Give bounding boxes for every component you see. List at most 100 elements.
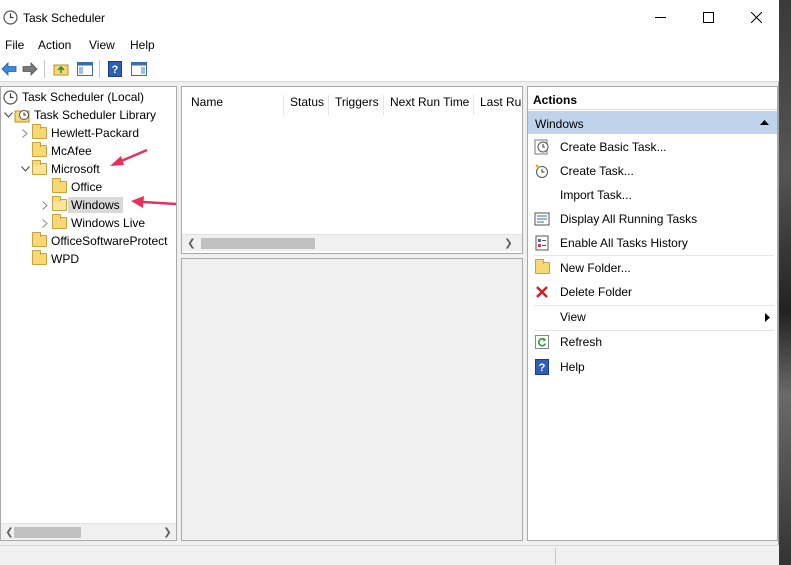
tree-label: McAfee: [51, 144, 92, 158]
scroll-left-icon[interactable]: ❮: [183, 235, 200, 252]
refresh-icon: [534, 334, 550, 350]
tree-label: Task Scheduler (Local): [22, 90, 145, 104]
action-label: Create Basic Task...: [560, 140, 667, 154]
menu-view[interactable]: View: [89, 38, 115, 52]
task-detail-pane: [181, 258, 523, 541]
tree-label: OfficeSoftwareProtect: [51, 234, 168, 248]
column-header-triggers[interactable]: Triggers: [329, 95, 384, 115]
tree-item-mcafee[interactable]: McAfee: [31, 142, 92, 160]
tree-item-wpd[interactable]: WPD: [31, 250, 79, 268]
show-hide-tree-button[interactable]: [76, 60, 94, 78]
action-import-task[interactable]: Import Task...: [528, 183, 777, 207]
tree-label: Hewlett-Packard: [51, 126, 140, 140]
action-label: Enable All Tasks History: [560, 236, 688, 250]
column-header-name[interactable]: Name: [185, 95, 284, 115]
action-create-basic-task[interactable]: Create Basic Task...: [528, 135, 777, 159]
history-icon: [534, 235, 550, 251]
task-scheduler-window: Task Scheduler File Action View Help ? T…: [0, 0, 779, 565]
tree-label: Microsoft: [51, 162, 100, 176]
create-basic-task-icon: [534, 139, 550, 155]
action-refresh[interactable]: Refresh: [528, 330, 777, 354]
actions-section-windows[interactable]: Windows: [528, 111, 777, 134]
menu-bar: File Action View Help: [0, 34, 779, 56]
maximize-icon: [702, 11, 714, 23]
column-header-status[interactable]: Status: [284, 95, 329, 115]
tree-item-root[interactable]: Task Scheduler (Local): [2, 88, 144, 106]
collapsed-chevron-icon[interactable]: [39, 196, 51, 214]
annotation-arrow-microsoft: [110, 148, 148, 166]
delete-icon: [534, 284, 550, 300]
action-new-folder[interactable]: New Folder...: [528, 256, 777, 280]
new-folder-icon: [534, 259, 550, 276]
maximize-button[interactable]: [685, 0, 731, 34]
action-enable-tasks-history[interactable]: Enable All Tasks History: [528, 231, 777, 255]
collapsed-chevron-icon[interactable]: [39, 214, 51, 232]
folder-icon: [31, 232, 47, 249]
action-label: Delete Folder: [560, 285, 633, 299]
close-button[interactable]: [733, 0, 779, 34]
minimize-icon: [654, 16, 666, 18]
tree-item-microsoft[interactable]: Microsoft: [19, 160, 100, 178]
collapsed-chevron-icon[interactable]: [19, 124, 31, 142]
tree-item-officesoftwareprotect[interactable]: OfficeSoftwareProtect: [31, 232, 168, 250]
toolbar: ?: [0, 56, 779, 82]
folder-up-icon: [53, 64, 69, 76]
action-label: View: [560, 310, 586, 324]
tree-horizontal-scrollbar[interactable]: ❮ ❯: [1, 523, 176, 540]
folder-icon: [31, 142, 47, 159]
action-label: Create Task...: [560, 164, 634, 178]
menu-help[interactable]: Help: [130, 38, 155, 52]
console-tree-pane: Task Scheduler (Local) Task Scheduler Li…: [0, 86, 177, 541]
column-header-next-run-time[interactable]: Next Run Time: [384, 95, 474, 115]
column-header-last-run[interactable]: Last Ru: [474, 95, 522, 115]
up-folder-button[interactable]: [52, 60, 70, 78]
tree-label: Windows: [68, 197, 123, 213]
collapse-triangle-icon[interactable]: [760, 120, 769, 125]
create-task-icon: [534, 163, 550, 179]
task-list-horizontal-scrollbar[interactable]: ❮ ❯: [182, 234, 522, 251]
show-action-pane-button[interactable]: [130, 60, 148, 78]
action-pane-icon: [131, 62, 147, 76]
scrollbar-thumb[interactable]: [201, 238, 315, 249]
action-view[interactable]: View: [528, 305, 777, 329]
tree-item-windows[interactable]: Windows: [39, 196, 123, 214]
task-library-icon: [14, 107, 30, 123]
scrollbar-thumb[interactable]: [14, 527, 81, 538]
tree-item-windows-live[interactable]: Windows Live: [39, 214, 145, 232]
action-label: Help: [560, 360, 585, 374]
action-label: Refresh: [560, 335, 603, 349]
help-toolbar-button[interactable]: ?: [106, 60, 124, 78]
scroll-right-icon[interactable]: ❯: [500, 235, 517, 252]
clock-icon: [3, 10, 18, 25]
folder-icon: [51, 178, 67, 195]
action-delete-folder[interactable]: Delete Folder: [528, 280, 777, 304]
tree-item-hewlett-packard[interactable]: Hewlett-Packard: [19, 124, 139, 142]
help-icon: ?: [534, 359, 550, 375]
minimize-button[interactable]: [637, 0, 683, 34]
action-help[interactable]: ? Help: [528, 355, 777, 379]
expanded-chevron-icon[interactable]: [2, 106, 14, 124]
folder-icon: [31, 250, 47, 267]
tree-item-office[interactable]: Office: [51, 178, 102, 196]
task-list-pane: Name Status Triggers Next Run Time Last …: [181, 86, 523, 254]
annotation-arrow-windows: [131, 196, 176, 208]
help-book-icon: ?: [108, 61, 122, 77]
forward-arrow-icon: [22, 62, 38, 76]
scroll-right-icon[interactable]: ❯: [159, 524, 176, 540]
forward-button[interactable]: [21, 60, 39, 78]
open-folder-icon: [51, 196, 67, 213]
action-display-running-tasks[interactable]: Display All Running Tasks: [528, 207, 777, 231]
tree-label: Office: [71, 180, 103, 194]
toolbar-separator: [99, 60, 100, 78]
actions-pane: Actions Windows Create Basic Task... Cre…: [527, 86, 778, 541]
menu-action[interactable]: Action: [38, 38, 71, 52]
svg-text:?: ?: [539, 362, 546, 374]
back-button[interactable]: [0, 60, 18, 78]
action-create-task[interactable]: Create Task...: [528, 159, 777, 183]
expanded-chevron-icon[interactable]: [19, 160, 31, 178]
desktop-background: [779, 0, 791, 565]
tree-label: Windows Live: [71, 216, 146, 230]
tree-item-library[interactable]: Task Scheduler Library: [2, 106, 156, 124]
svg-text:?: ?: [112, 64, 119, 76]
menu-file[interactable]: File: [5, 38, 24, 52]
